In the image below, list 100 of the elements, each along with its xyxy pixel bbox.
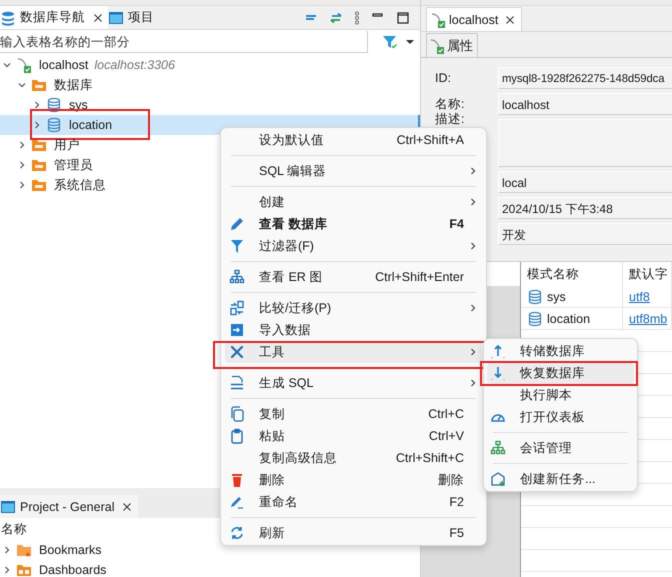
schema-name: sys — [547, 290, 566, 304]
text-field[interactable]: mysql8-1928f262275-148d59dca — [498, 67, 672, 89]
pencil-icon — [229, 494, 245, 510]
connection-icon — [429, 38, 445, 54]
database-icon — [46, 117, 62, 133]
text-field[interactable]: 开发 — [498, 223, 672, 245]
menu-item[interactable]: 创建 — [225, 191, 482, 213]
shortcut-label: Ctrl+C — [428, 407, 464, 421]
window-icon — [0, 498, 16, 514]
folder-icon — [31, 77, 47, 93]
charset-link[interactable]: utf8 — [629, 290, 650, 304]
compare-icon — [229, 300, 245, 316]
link-arrows-icon[interactable] — [329, 10, 343, 24]
editor-tab[interactable]: localhost — [426, 7, 522, 31]
menu-item[interactable]: 复制 Ctrl+C — [225, 403, 482, 425]
sitemap-icon — [229, 269, 245, 285]
sql-file-icon — [229, 375, 245, 391]
schema-name: location — [547, 312, 590, 326]
column-header: 默认字 — [623, 262, 672, 286]
properties-tab[interactable]: 属性 — [426, 33, 478, 57]
panel-tab[interactable]: 项目 — [108, 6, 159, 29]
database-icon — [527, 310, 543, 326]
menu-item[interactable]: 复制高级信息 Ctrl+Shift+C — [225, 447, 482, 469]
text-field[interactable]: 2024/10/15 下午3:48 — [498, 197, 672, 219]
field-label: 描述: — [435, 111, 466, 128]
tree-item[interactable]: localhost localhost:3306 — [0, 55, 420, 75]
tree-label: localhost — [39, 58, 88, 72]
maximize-icon[interactable] — [396, 10, 410, 24]
menu-item[interactable]: SQL 编辑器 — [225, 160, 482, 182]
tree-label: Bookmarks — [39, 543, 102, 557]
menu-item[interactable]: 会话管理 — [487, 437, 634, 459]
close-icon[interactable] — [505, 14, 516, 24]
text-field[interactable]: local — [498, 171, 672, 193]
menu-item[interactable]: 过滤器(F) — [225, 235, 482, 257]
shortcut-label: Ctrl+V — [428, 429, 464, 443]
shortcut-label: Ctrl+Shift+C — [396, 451, 464, 465]
column-header: 名称 — [0, 521, 27, 538]
field-label: ID: — [435, 71, 452, 85]
menu-item[interactable]: 删除 删除 — [225, 469, 482, 491]
filter-icon[interactable] — [382, 34, 398, 50]
folder-icon — [31, 137, 47, 153]
window-icon — [108, 10, 124, 26]
folder-icon — [31, 157, 47, 173]
filter-icon — [229, 238, 245, 254]
menu-item[interactable]: 打开仪表板 — [487, 406, 634, 428]
connection-icon — [430, 12, 446, 28]
tree-label: Dashboards — [39, 563, 106, 577]
star-folder-icon — [16, 542, 32, 558]
tree-label: 系统信息 — [54, 176, 106, 194]
database-icon — [527, 288, 543, 304]
import-icon — [229, 322, 245, 338]
menu-item[interactable]: 转储数据库 — [487, 340, 634, 362]
menu-item[interactable]: 执行脚本 — [487, 384, 634, 406]
arrow-up-icon — [490, 343, 506, 359]
menu-item[interactable]: 查看 ER 图 Ctrl+Shift+Enter — [225, 266, 482, 288]
dropdown-arrow-icon[interactable] — [406, 38, 414, 46]
menu-item[interactable]: 恢复数据库 — [487, 362, 634, 384]
panel-tab[interactable]: Project - General — [0, 495, 138, 518]
tools-icon — [229, 344, 245, 360]
task-box-icon — [490, 471, 506, 487]
shortcut-label: 删除 — [438, 472, 464, 488]
shortcut-label: F5 — [449, 526, 464, 540]
shortcut-label: Ctrl+Shift+Enter — [375, 270, 464, 284]
pencil-icon — [229, 216, 245, 232]
tree-label: 数据库 — [54, 76, 93, 94]
clipboard-icon — [229, 428, 245, 444]
database-stack-icon — [0, 10, 16, 26]
field-label: 名称: — [435, 96, 466, 112]
shortcut-label: F2 — [449, 495, 464, 509]
tree-label: location — [69, 118, 112, 132]
menu-item[interactable]: 粘贴 Ctrl+V — [225, 425, 482, 447]
more-menu-icon[interactable] — [354, 10, 360, 24]
connection-address: localhost:3306 — [94, 58, 175, 72]
trash-icon — [229, 472, 245, 488]
tree-label: 用户 — [54, 136, 80, 154]
shortcut-label: F4 — [449, 217, 464, 231]
menu-item[interactable]: 工具 — [225, 341, 482, 363]
panel-tab[interactable]: 数据库导航 — [0, 6, 108, 29]
refresh-icon — [229, 525, 245, 541]
menu-item[interactable]: 查看 数据库 F4 — [225, 213, 482, 235]
close-icon[interactable] — [122, 502, 132, 512]
menu-item[interactable]: 创建新任务... — [487, 468, 634, 490]
tree-item[interactable]: 数据库 — [0, 75, 420, 95]
shortcut-label: Ctrl+Shift+A — [396, 133, 464, 147]
text-field[interactable]: localhost — [498, 93, 672, 115]
menu-item[interactable]: 比较/迁移(P) — [225, 297, 482, 319]
filter-field[interactable]: 输入表格名称的一部分 — [0, 31, 368, 53]
menu-item[interactable]: 重命名 F2 — [225, 491, 482, 513]
tree-label: 管理员 — [54, 156, 93, 174]
copy-icon — [229, 406, 245, 422]
connection-icon — [16, 57, 32, 73]
database-icon — [46, 97, 62, 113]
folder-icon — [31, 177, 47, 193]
charset-link[interactable]: utf8mb — [629, 312, 668, 326]
menu-item[interactable]: 导入数据 — [225, 319, 482, 341]
sitemap-icon — [490, 440, 506, 456]
close-icon[interactable] — [93, 12, 103, 22]
menu-item[interactable]: 生成 SQL — [225, 372, 482, 394]
arrow-down-icon — [490, 365, 506, 381]
tree-item[interactable]: Dashboards — [0, 560, 420, 577]
